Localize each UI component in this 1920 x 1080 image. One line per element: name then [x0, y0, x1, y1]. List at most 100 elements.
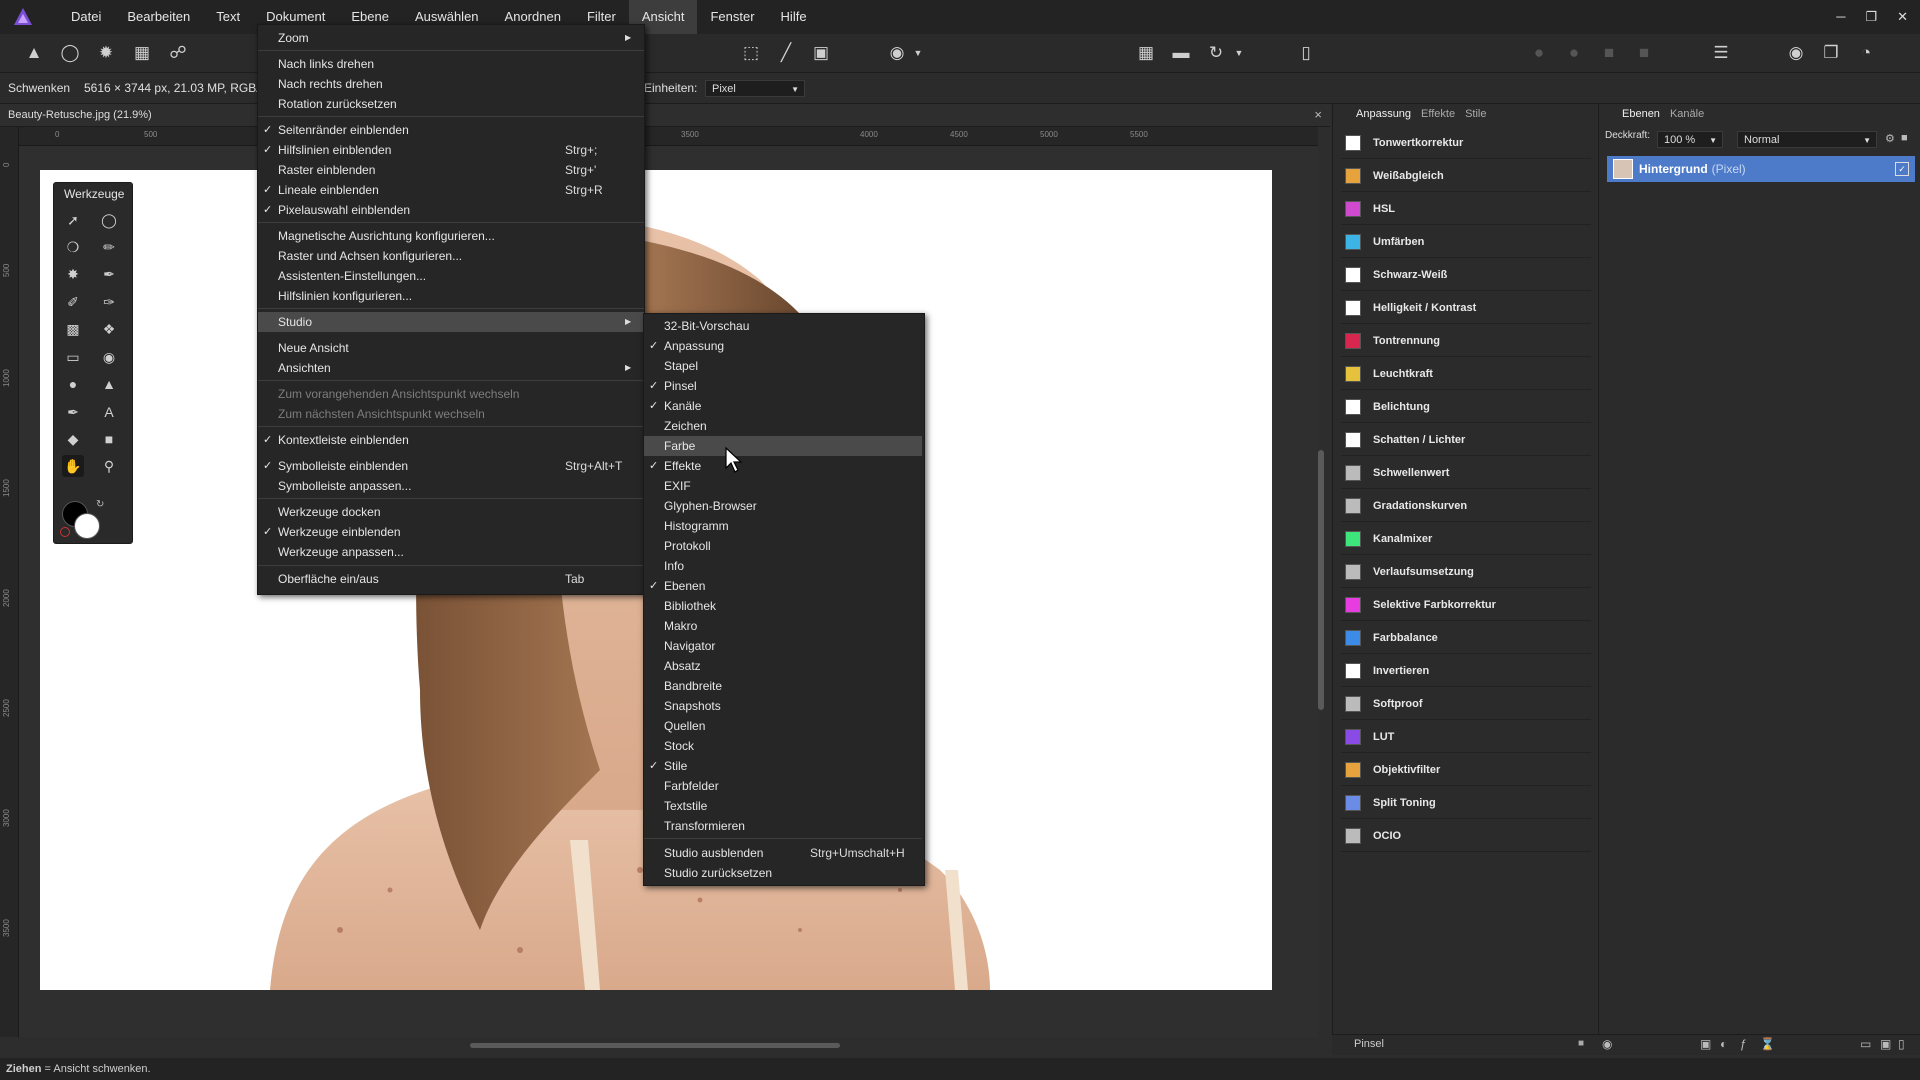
vertical-scrollbar[interactable] — [1318, 450, 1324, 710]
menu-item-ansichten[interactable]: Ansichten ▶ — [258, 358, 644, 378]
menu-item-farbfelder[interactable]: Farbfelder — [644, 776, 922, 796]
adjustment-verlaufsumsetzung[interactable]: Verlaufsumsetzung — [1341, 557, 1591, 588]
layer-visibility-checkbox[interactable]: ✓ — [1895, 162, 1909, 176]
crop-tool-icon[interactable]: ✸ — [62, 263, 84, 285]
menu-item-protokoll[interactable]: Protokoll — [644, 536, 922, 556]
menu-text[interactable]: Text — [203, 0, 253, 34]
adjustment-hsl[interactable]: HSL — [1341, 194, 1591, 225]
close-document-icon[interactable]: × — [1314, 104, 1322, 126]
close-window-icon[interactable]: ✕ — [1897, 0, 1908, 34]
pen-tool-icon[interactable]: ✒ — [62, 401, 84, 423]
menu-item-exif[interactable]: EXIF — [644, 476, 922, 496]
menu-item-zeichen[interactable]: Zeichen — [644, 416, 922, 436]
menu-item-pinsel[interactable]: ✓ Pinsel — [644, 376, 922, 396]
units-select[interactable]: Pixel ▼ — [705, 80, 805, 97]
menu-item-raster-und-achsen-konfigurieren[interactable]: Raster und Achsen konfigurieren... — [258, 246, 644, 266]
arrange-front-icon[interactable]: ■ — [1596, 40, 1622, 66]
menu-item-werkzeuge-einblenden[interactable]: ✓ Werkzeuge einblenden — [258, 522, 644, 542]
horizontal-ruler[interactable]: 0500300035004000450050005500 — [18, 127, 1318, 146]
adjustment-selektive-farbkorrektur[interactable]: Selektive Farbkorrektur — [1341, 590, 1591, 621]
adjustment-schatten-lichter[interactable]: Schatten / Lichter — [1341, 425, 1591, 456]
adjustment-split-toning[interactable]: Split Toning — [1341, 788, 1591, 819]
menu-item-assistenten-einstellungen[interactable]: Assistenten-Einstellungen... — [258, 266, 644, 286]
mask-icon[interactable]: ◉ — [1783, 40, 1809, 66]
tone-mapping-persona-icon[interactable]: ▦ — [129, 40, 155, 66]
live-filter-icon[interactable]: ⌛ — [1760, 1037, 1775, 1051]
pixel-brush-tool-icon[interactable]: ✑ — [98, 291, 120, 313]
opacity-field[interactable]: 100 % ▼ — [1657, 131, 1723, 148]
menu-item-ebenen[interactable]: ✓ Ebenen — [644, 576, 922, 596]
menu-item-rotation-zuruecksetzen[interactable]: Rotation zurücksetzen — [258, 94, 644, 114]
red-eye-tool-icon[interactable]: ◉ — [98, 346, 120, 368]
adjustment-gradationskurven[interactable]: Gradationskurven — [1341, 491, 1591, 522]
horizontal-scrollbar[interactable] — [470, 1043, 840, 1048]
selection-brush-tool-icon[interactable]: ◯ — [98, 209, 120, 231]
menu-item-histogramm[interactable]: Histogramm — [644, 516, 922, 536]
group-icon[interactable]: ▭ — [1860, 1037, 1871, 1051]
menu-item-makro[interactable]: Makro — [644, 616, 922, 636]
clone-stamp-tool-icon[interactable]: ▩ — [62, 318, 84, 340]
menu-item-werkzeuge-anpassen[interactable]: Werkzeuge anpassen... — [258, 542, 644, 562]
menu-item-kontextleiste-einblenden[interactable]: ✓ Kontextleiste einblenden — [258, 430, 644, 450]
menu-item-quellen[interactable]: Quellen — [644, 716, 922, 736]
move-tool-icon[interactable]: ➚ — [62, 209, 84, 231]
zoom-tool-icon[interactable]: ⚲ — [98, 455, 120, 477]
guides-icon[interactable]: ▬ — [1168, 40, 1194, 66]
adjustment-objektivfilter[interactable]: Objektivfilter — [1341, 755, 1591, 786]
menu-item-nach-links-drehen[interactable]: Nach links drehen — [258, 54, 644, 74]
tab-effekte[interactable]: Effekte — [1416, 104, 1460, 124]
tab-stile[interactable]: Stile — [1460, 104, 1491, 124]
layer-add-icon[interactable]: ◉ — [1602, 1037, 1612, 1051]
adjustment-invertieren[interactable]: Invertieren — [1341, 656, 1591, 687]
menu-item-textstile[interactable]: Textstile — [644, 796, 922, 816]
adjustment-layer-icon[interactable]: ◐ — [1720, 1037, 1727, 1051]
menu-item-anpassung[interactable]: ✓ Anpassung — [644, 336, 922, 356]
adjustment-umfaerben[interactable]: Umfärben — [1341, 227, 1591, 258]
rectangle-tool-icon[interactable]: ■ — [98, 428, 120, 450]
menu-item-absatz[interactable]: Absatz — [644, 656, 922, 676]
vertical-ruler[interactable]: 0 500 1000 1500 2000 2500 3000 3500 — [0, 127, 19, 1037]
quick-mask-icon[interactable]: ◉ — [884, 40, 910, 66]
hand-tool-icon[interactable]: ✋ — [62, 455, 84, 477]
menu-item-transformieren[interactable]: Transformieren — [644, 816, 922, 836]
layer-settings-icon[interactable]: ⚙ — [1885, 132, 1895, 145]
color-picker-tool-icon[interactable]: ✒ — [98, 263, 120, 285]
dodge-tool-icon[interactable]: ● — [62, 373, 84, 395]
tab-kanaele[interactable]: Kanäle — [1665, 104, 1709, 124]
menu-item-bandbreite[interactable]: Bandbreite — [644, 676, 922, 696]
menu-item-kanaele[interactable]: ✓ Kanäle — [644, 396, 922, 416]
snapping-dropdown-icon[interactable]: ▼ — [1232, 40, 1246, 66]
menu-bearbeiten[interactable]: Bearbeiten — [114, 0, 203, 34]
fx-icon[interactable]: ƒ — [1740, 1037, 1747, 1051]
menu-item-oberflaeche-ein-aus[interactable]: Oberfläche ein/aus Tab — [258, 569, 644, 589]
lock-icon[interactable]: ■ — [1901, 132, 1908, 144]
photo-persona-icon[interactable]: ▲ — [21, 40, 47, 66]
quick-mask-dropdown-icon[interactable]: ▼ — [911, 40, 925, 66]
layer-row[interactable]: Hintergrund (Pixel) ✓ — [1607, 156, 1915, 182]
brush-tool-icon[interactable]: ✐ — [62, 291, 84, 313]
adjustment-helligkeit-kontrast[interactable]: Helligkeit / Kontrast — [1341, 293, 1591, 324]
mask-layer-icon[interactable]: ▣ — [1700, 1037, 1711, 1051]
arrange-back-icon[interactable]: ● — [1526, 40, 1552, 66]
swap-colors-icon[interactable]: ↻ — [96, 499, 104, 510]
menu-item-farbe[interactable]: Farbe — [644, 436, 922, 456]
adjustment-lut[interactable]: LUT — [1341, 722, 1591, 753]
tab-ebenen[interactable]: Ebenen — [1617, 104, 1665, 124]
marquee-select-icon[interactable]: ⬚ — [738, 40, 764, 66]
menu-item-effekte[interactable]: ✓ Effekte — [644, 456, 922, 476]
no-color-icon[interactable] — [60, 527, 70, 537]
healing-brush-tool-icon[interactable]: ❖ — [98, 318, 120, 340]
menu-item-magnetische-ausrichtung-konfigurieren[interactable]: Magnetische Ausrichtung konfigurieren... — [258, 226, 644, 246]
layers-combine-icon[interactable]: ❐ — [1818, 40, 1844, 66]
menu-item-stapel[interactable]: Stapel — [644, 356, 922, 376]
menu-item-navigator[interactable]: Navigator — [644, 636, 922, 656]
menu-item-studio[interactable]: Studio ▶ — [258, 312, 644, 332]
menu-item-zoom[interactable]: Zoom ▶ — [258, 28, 644, 48]
menu-item-bibliothek[interactable]: Bibliothek — [644, 596, 922, 616]
new-layer-icon[interactable]: ▣ — [1880, 1037, 1891, 1051]
trash-icon[interactable]: ▯ — [1898, 1037, 1905, 1051]
text-tool-icon[interactable]: A — [98, 401, 120, 423]
menu-fenster[interactable]: Fenster — [697, 0, 767, 34]
arrange-forward-icon[interactable]: ● — [1561, 40, 1587, 66]
menu-item-glyphen-browser[interactable]: Glyphen-Browser — [644, 496, 922, 516]
